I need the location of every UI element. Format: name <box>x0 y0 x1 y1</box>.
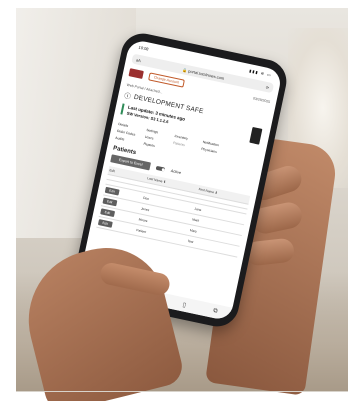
bookmarks-icon[interactable]: ▯ <box>182 301 187 309</box>
status-icons: ▮▮▮ ≋ ▭ <box>248 67 273 78</box>
tabs-icon[interactable]: ⧉ <box>213 307 218 315</box>
photo-scene: 10:08 ▮▮▮ ≋ ▭ aA 🔒 portal.totalnows.com … <box>0 0 363 401</box>
edit-button[interactable]: Edit <box>100 208 115 217</box>
active-toggle[interactable] <box>155 165 166 172</box>
info-icon: ⓘ <box>123 92 132 101</box>
refresh-icon[interactable]: ⟳ <box>265 84 269 90</box>
edit-button[interactable]: Edit <box>102 197 117 207</box>
menu-button[interactable] <box>128 68 144 79</box>
active-label: Active <box>170 168 182 176</box>
reader-icon[interactable]: aA <box>136 57 142 63</box>
change-account-button[interactable]: Change Account <box>148 72 185 88</box>
nav-date: 03/29/2025 <box>252 96 271 105</box>
photo-edge <box>16 391 348 392</box>
edit-button[interactable]: Edit <box>97 219 113 228</box>
edit-button[interactable]: Edit <box>104 186 120 196</box>
status-time: 10:08 <box>138 44 150 52</box>
